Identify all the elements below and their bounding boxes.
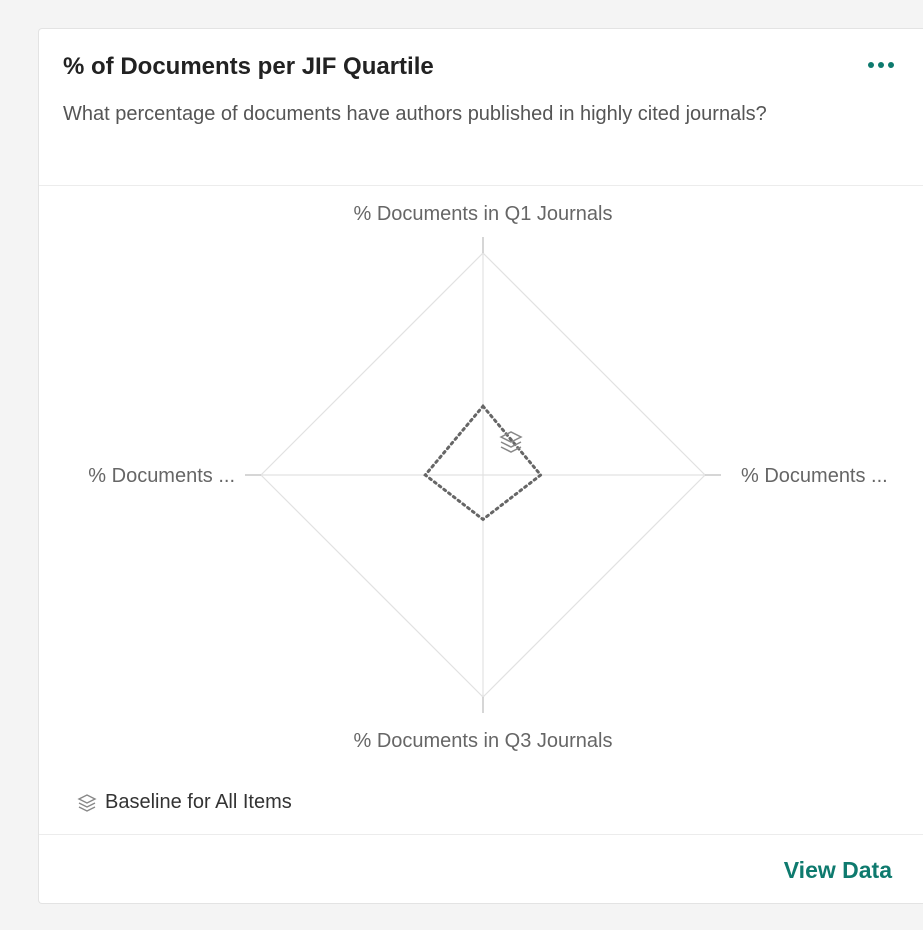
layers-icon [77,793,97,812]
card-footer: View Data [39,834,923,904]
radar-axis-label: % Documents in Q1 Journals [353,203,612,225]
radar-axis-label: % Documents ... [88,465,235,487]
radar-axis-labels: % Documents in Q1 Journals % Documents ..… [88,203,887,752]
radar-axis-label: % Documents in Q3 Journals [353,730,612,752]
radar-axis-label: % Documents ... [741,465,888,487]
view-data-button[interactable]: View Data [784,857,892,884]
legend-label: Baseline for All Items [105,791,292,813]
chart-card: % of Documents per JIF Quartile What per… [38,28,923,904]
chart-legend: Baseline for All Items [77,791,292,814]
radar-axes [245,237,721,713]
baseline-layers-icon [499,431,523,453]
